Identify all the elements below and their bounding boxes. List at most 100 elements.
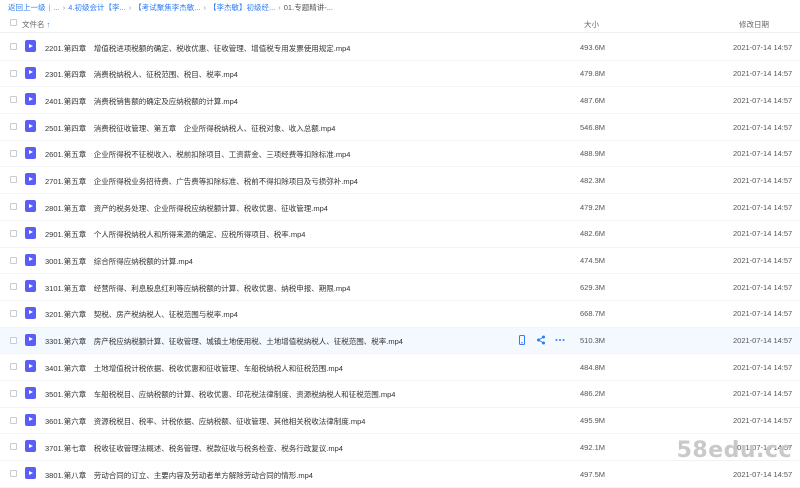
row-checkbox[interactable] [10,229,17,237]
breadcrumb-ellipsis[interactable]: ... [53,3,59,12]
row-checkbox[interactable] [10,389,17,397]
file-date: 2021-07-14 14:57 [733,122,793,132]
file-row[interactable]: 3501.第六章 车船税税目、应纳税额的计算、税收优惠、印花税法律制度、资源税纳… [0,381,800,408]
file-row[interactable]: 3401.第六章 土地增值税计税依据、税收优惠和征收管理、车船税纳税人和征税范围… [0,354,800,381]
file-date: 2021-07-14 14:57 [733,95,793,105]
file-row[interactable]: 2901.第五章 个人所得税纳税人和所得来源的确定、应税所得项目、税率.mp4 4… [0,221,800,248]
file-size: 546.8M [580,122,606,132]
file-row[interactable]: 2801.第五章 资产的税务处理、企业所得税应纳税额计算、税收优惠、征收管理.m… [0,194,800,221]
file-name[interactable]: 2201.第四章 增值税进项税额的确定、税收优惠、征收管理、增值税专用发票使用规… [45,43,350,54]
column-header-date[interactable]: 修改日期 [739,19,769,30]
file-size: 629.3M [580,282,606,292]
file-name[interactable]: 2701.第五章 企业所得税业务招待费、广告费等扣除标准、税前不得扣除项目及亏损… [45,176,358,187]
file-size: 487.6M [580,95,606,105]
video-file-icon [25,413,36,426]
breadcrumb-separator: | [48,3,51,12]
file-name[interactable]: 2501.第四章 消费税征收管理、第五章 企业所得税纳税人、征税对象、收入总额.… [45,123,335,134]
file-row[interactable]: 2601.第五章 企业所得税不征税收入、税前扣除项目、工资薪金、三项经费等扣除标… [0,141,800,168]
file-name[interactable]: 3601.第六章 资源税税目、税率、计税依据、应纳税额、征收管理、其他相关税收法… [45,416,365,427]
file-date: 2021-07-14 14:57 [733,149,793,159]
file-size: 479.2M [580,202,606,212]
file-name[interactable]: 2301.第四章 消费税纳税人、征税范围、税目、税率.mp4 [45,69,238,80]
file-date: 2021-07-14 14:57 [733,389,793,399]
file-row[interactable]: 3101.第五章 经营所得、利息股息红利等应纳税额的计算、税收优惠、纳税申报、期… [0,274,800,301]
breadcrumb-item[interactable]: 【考试聚焦李杰敏... [134,3,200,12]
file-date: 2021-07-14 14:57 [733,362,793,372]
row-checkbox[interactable] [10,470,17,477]
video-file-icon [25,146,36,159]
file-size: 488.9M [580,149,606,159]
file-date: 2021-07-14 14:57 [733,416,793,426]
column-header-size[interactable]: 大小 [584,19,599,30]
file-size: 479.8M [580,69,606,79]
file-name[interactable]: 2401.第四章 消费税销售额的确定及应纳税额的计算.mp4 [45,96,238,107]
breadcrumb-separator: › [278,3,281,12]
file-row[interactable]: 2701.第五章 企业所得税业务招待费、广告费等扣除标准、税前不得扣除项目及亏损… [0,167,800,195]
file-row[interactable]: 2201.第四章 增值税进项税额的确定、税收优惠、征收管理、增值税专用发票使用规… [0,34,800,61]
breadcrumb-separator: › [203,3,207,12]
row-checkbox[interactable] [10,123,17,131]
breadcrumb-separator: › [128,3,132,12]
row-checkbox[interactable] [10,443,17,451]
file-size: 482.6M [580,229,606,239]
file-date: 2021-07-14 14:57 [733,336,793,346]
breadcrumb-item[interactable]: 【李杰敏】初级经... [209,3,275,12]
video-file-icon [25,120,36,133]
file-name[interactable]: 3301.第六章 房产税应纳税额计算、征收管理、城镇土地使用税、土地增值税纳税人… [45,336,403,347]
file-size: 493.6M [580,42,606,52]
row-checkbox[interactable] [10,336,17,344]
file-row[interactable]: 3201.第六章 契税、房产税纳税人、征税范围与税率.mp4 668.7M 2021… [0,301,800,328]
file-list: 2201.第四章 增值税进项税额的确定、税收优惠、征收管理、增值税专用发票使用规… [0,34,800,488]
file-row[interactable]: 3801.第八章 劳动合同的订立、主要内容及劳动者单方解除劳动合同的情形.mp4… [0,461,800,488]
more-options-icon[interactable] [555,335,565,345]
select-all-checkbox[interactable] [10,19,17,26]
file-name[interactable]: 3701.第七章 税收征收管理法概述、税务管理、税款征收与税务检查、税务行政复议… [45,443,343,454]
mobile-download-icon[interactable] [517,334,527,345]
row-checkbox[interactable] [10,149,17,157]
file-name[interactable]: 3401.第六章 土地增值税计税依据、税收优惠和征收管理、车船税纳税人和征税范围… [45,363,343,374]
video-file-icon [25,440,36,453]
row-checkbox[interactable] [10,69,17,77]
row-checkbox[interactable] [10,96,17,104]
video-file-icon [25,226,36,239]
video-file-icon [25,386,36,399]
file-name[interactable]: 3001.第五章 综合所得应纳税额的计算.mp4 [45,256,193,267]
row-checkbox[interactable] [10,416,17,424]
row-checkbox[interactable] [10,363,17,371]
file-row[interactable]: 3301.第六章 房产税应纳税额计算、征收管理、城镇土地使用税、土地增值税纳税人… [0,327,800,355]
breadcrumb-back[interactable]: 返回上一级 [8,3,46,12]
row-checkbox[interactable] [10,256,17,264]
video-file-icon [25,253,36,266]
file-name[interactable]: 3501.第六章 车船税税目、应纳税额的计算、税收优惠、印花税法律制度、资源税纳… [45,389,395,400]
file-row[interactable]: 3001.第五章 综合所得应纳税额的计算.mp4 474.5M 2021-07-14… [0,248,800,275]
file-name[interactable]: 2901.第五章 个人所得税纳税人和所得来源的确定、应税所得项目、税率.mp4 [45,229,305,240]
sort-ascending-icon: ↑ [46,20,51,29]
breadcrumb-item[interactable]: 4.初级会计【李... [68,3,126,12]
file-row[interactable]: 2501.第四章 消费税征收管理、第五章 企业所得税纳税人、征税对象、收入总额.… [0,114,800,141]
row-checkbox[interactable] [10,176,17,184]
file-name[interactable]: 2801.第五章 资产的税务处理、企业所得税应纳税额计算、税收优惠、征收管理.m… [45,203,328,214]
row-checkbox[interactable] [10,203,17,211]
file-name[interactable]: 2601.第五章 企业所得税不征税收入、税前扣除项目、工资薪金、三项经费等扣除标… [45,149,350,160]
file-list-header: 文件名 ↑ 大小 修改日期 [0,14,800,33]
file-row[interactable]: 2401.第四章 消费税销售额的确定及应纳税额的计算.mp4 487.6M 2021… [0,87,800,115]
row-checkbox[interactable] [10,283,17,291]
row-checkbox[interactable] [10,309,17,317]
file-date: 2021-07-14 14:57 [733,202,793,212]
share-icon[interactable] [536,335,546,345]
file-size: 668.7M [580,309,606,319]
file-date: 2021-07-14 14:57 [733,69,793,79]
video-file-icon [25,306,36,319]
file-name[interactable]: 3101.第五章 经营所得、利息股息红利等应纳税额的计算、税收优惠、纳税申报、期… [45,283,350,294]
row-checkbox[interactable] [10,43,17,50]
file-name[interactable]: 3801.第八章 劳动合同的订立、主要内容及劳动者单方解除劳动合同的情形.mp4 [45,470,313,481]
video-file-icon [25,333,36,346]
column-header-name[interactable]: 文件名 ↑ [22,19,50,30]
file-row[interactable]: 3601.第六章 资源税税目、税率、计税依据、应纳税额、征收管理、其他相关税收法… [0,408,800,435]
row-actions [517,334,565,345]
video-file-icon [25,360,36,373]
file-size: 495.9M [580,416,606,426]
file-date: 2021-07-14 14:57 [733,42,793,52]
file-row[interactable]: 2301.第四章 消费税纳税人、征税范围、税目、税率.mp4 479.8M 2021… [0,61,800,88]
file-name[interactable]: 3201.第六章 契税、房产税纳税人、征税范围与税率.mp4 [45,309,238,320]
